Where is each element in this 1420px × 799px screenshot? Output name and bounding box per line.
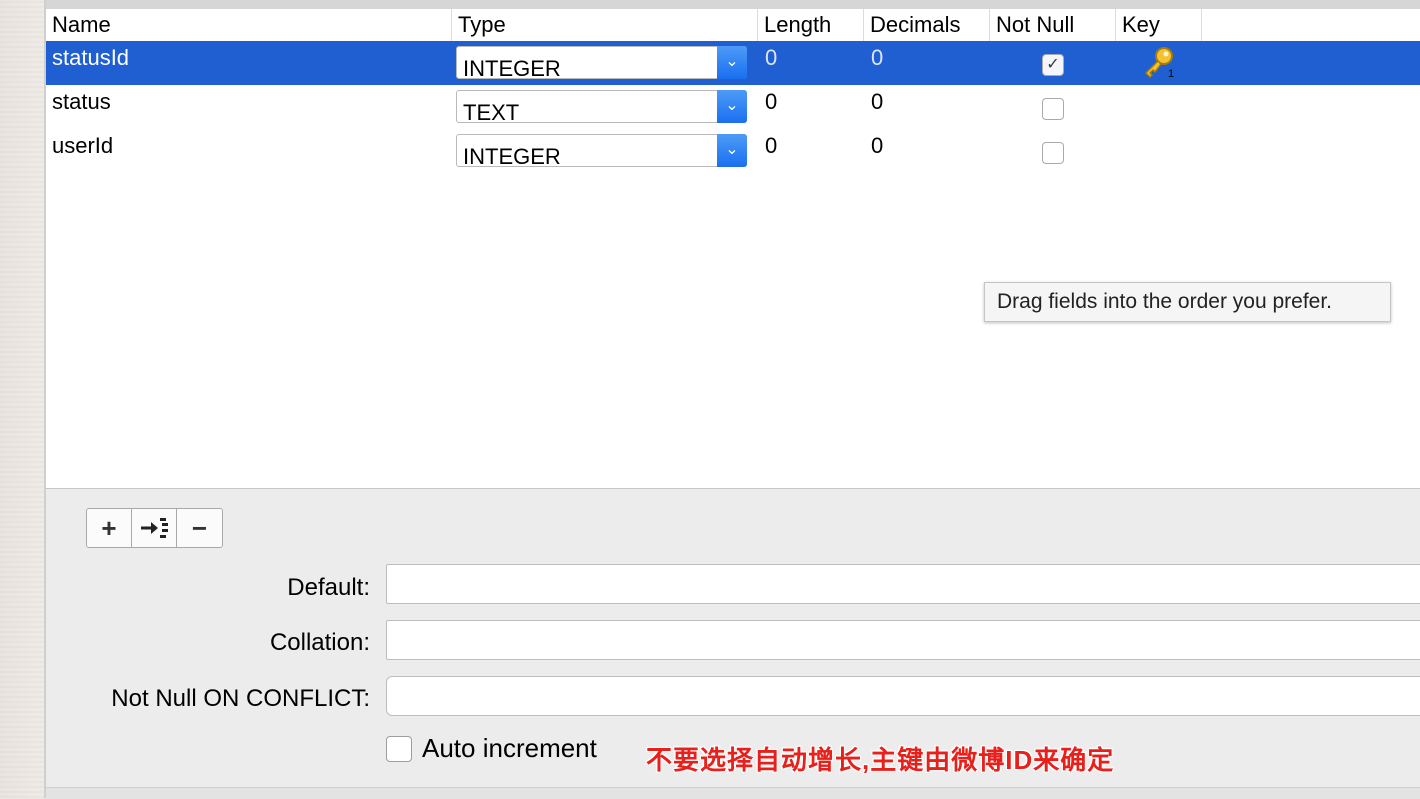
field-actions-segmented-control: + −	[86, 508, 223, 548]
svg-text:1: 1	[1168, 68, 1174, 79]
desktop-backdrop	[0, 0, 44, 798]
field-decimals[interactable]: 0	[871, 133, 883, 159]
insert-field-icon	[141, 518, 168, 538]
default-field[interactable]	[386, 564, 1420, 604]
field-decimals[interactable]: 0	[871, 89, 883, 115]
drag-hint-tooltip: Drag fields into the order you prefer.	[984, 282, 1391, 322]
column-header-type[interactable]: Type	[452, 9, 758, 41]
column-header-not-null[interactable]: Not Null	[990, 9, 1116, 41]
not-null-checkbox[interactable]	[1042, 98, 1064, 120]
field-length[interactable]: 0	[765, 45, 777, 71]
not-null-checkbox[interactable]: ✓	[1042, 54, 1064, 76]
field-name[interactable]: statusId	[52, 45, 129, 71]
type-select-value: TEXT	[463, 100, 520, 125]
not-null-checkbox[interactable]	[1042, 142, 1064, 164]
chevron-down-icon[interactable]: ⌄	[717, 46, 747, 79]
not-null-conflict-label: Not Null ON CONFLICT:	[111, 685, 370, 712]
column-header-name[interactable]: Name	[46, 9, 452, 41]
collation-label: Collation:	[269, 629, 370, 656]
window-top-bar	[46, 0, 1420, 9]
type-select[interactable]: TEXT ⌄	[456, 90, 747, 125]
not-null-conflict-select[interactable]	[386, 676, 1420, 716]
field-name[interactable]: status	[52, 89, 111, 115]
type-select-value: INTEGER	[463, 56, 561, 81]
field-decimals[interactable]: 0	[871, 45, 883, 71]
table-row[interactable]: statusId INTEGER ⌄ 0 0 ✓ 1	[46, 41, 1420, 85]
column-header-decimals[interactable]: Decimals	[864, 9, 990, 41]
field-length[interactable]: 0	[765, 133, 777, 159]
type-select[interactable]: INTEGER ⌄	[456, 46, 747, 81]
collation-field[interactable]	[386, 620, 1420, 660]
field-length[interactable]: 0	[765, 89, 777, 115]
field-name[interactable]: userId	[52, 133, 113, 159]
table-structure-window: Name Type Length Decimals Not Null Key s…	[44, 0, 1420, 799]
remove-field-button[interactable]: −	[177, 509, 222, 547]
default-label: Default:	[287, 574, 370, 601]
add-field-button[interactable]: +	[87, 509, 132, 547]
insert-field-button[interactable]	[132, 509, 177, 547]
auto-increment-label[interactable]: Auto increment	[422, 733, 597, 764]
table-row[interactable]: userId INTEGER ⌄ 0 0	[46, 129, 1420, 173]
fields-table: Name Type Length Decimals Not Null Key s…	[46, 9, 1420, 489]
annotation-text: 不要选择自动增长,主键由微博ID来确定	[646, 745, 1115, 775]
table-header: Name Type Length Decimals Not Null Key	[46, 9, 1420, 41]
type-select-value: INTEGER	[463, 144, 561, 169]
auto-increment-checkbox[interactable]	[386, 736, 412, 762]
type-select[interactable]: INTEGER ⌄	[456, 134, 747, 169]
column-header-key[interactable]: Key	[1116, 9, 1202, 41]
window-bottom-edge	[46, 787, 1420, 799]
chevron-down-icon[interactable]: ⌄	[717, 90, 747, 123]
primary-key-icon[interactable]: 1	[1142, 45, 1176, 79]
table-row[interactable]: status TEXT ⌄ 0 0	[46, 85, 1420, 129]
column-header-length[interactable]: Length	[758, 9, 864, 41]
chevron-down-icon[interactable]: ⌄	[717, 134, 747, 167]
